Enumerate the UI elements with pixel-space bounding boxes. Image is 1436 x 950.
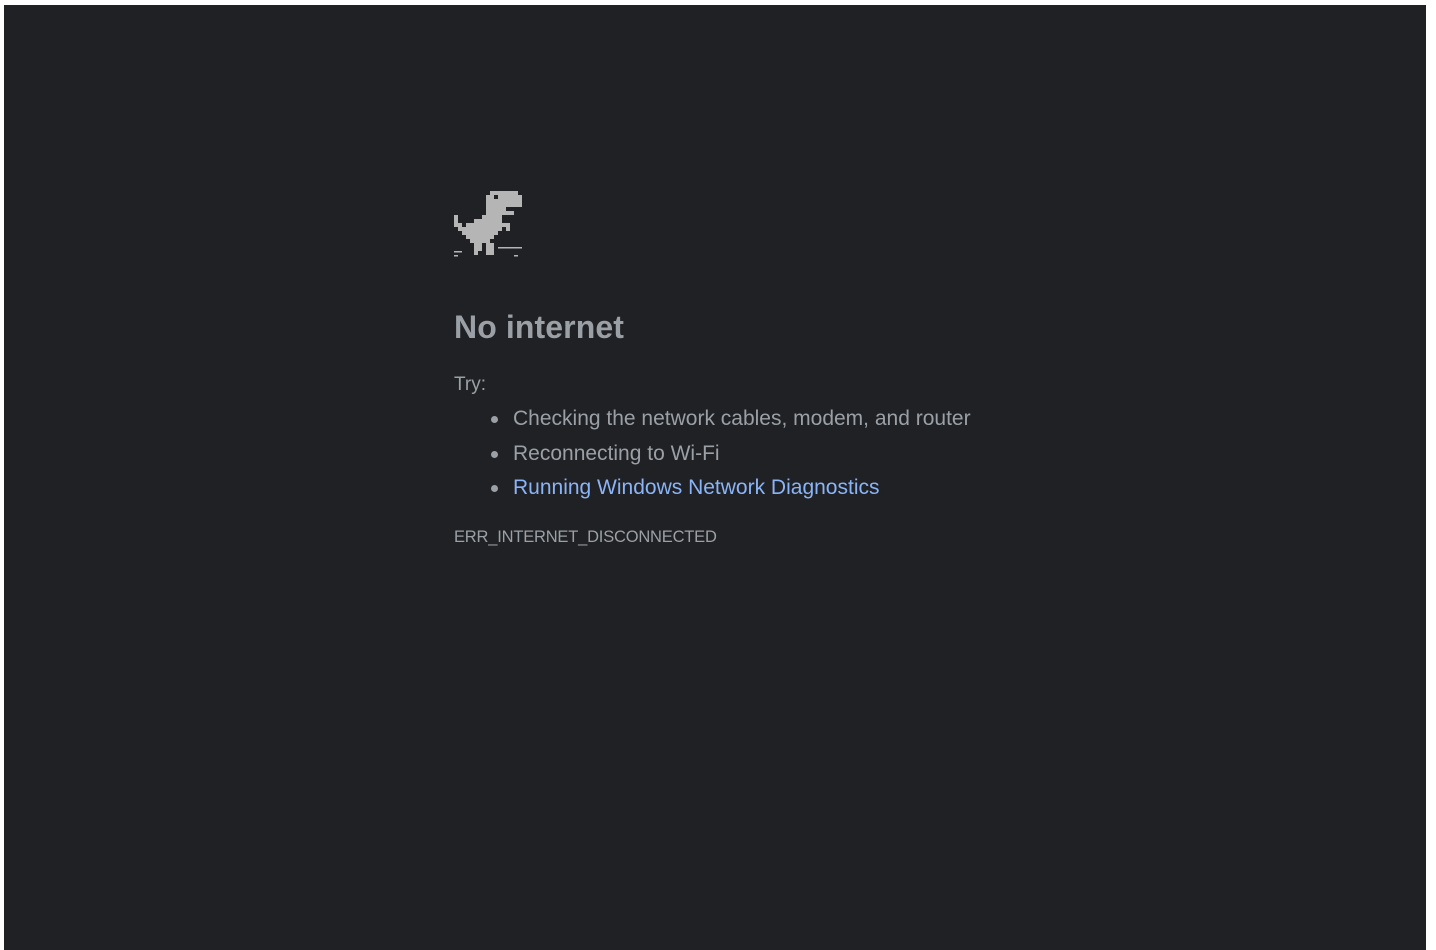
suggestion-text: Checking the network cables, modem, and … (513, 407, 971, 430)
bullet-icon (491, 450, 498, 458)
suggestion-check-cables: Checking the network cables, modem, and … (489, 404, 1074, 439)
suggestion-reconnect-wifi: Reconnecting to Wi-Fi (489, 439, 1074, 474)
bullet-icon (491, 485, 498, 492)
suggestion-run-diagnostics: Running Windows Network Diagnostics (489, 473, 1074, 508)
network-diagnostics-link[interactable]: Running Windows Network Diagnostics (513, 476, 880, 499)
error-page: No internet Try: Checking the network ca… (4, 5, 1426, 950)
error-content: No internet Try: Checking the network ca… (454, 191, 1074, 547)
page-title: No internet (454, 309, 624, 345)
suggestions-list: Checking the network cables, modem, and … (454, 404, 1074, 508)
error-code: ERR_INTERNET_DISCONNECTED (454, 527, 717, 546)
suggestion-text: Reconnecting to Wi-Fi (513, 441, 720, 465)
offline-dino-icon[interactable] (454, 191, 522, 263)
try-label: Try: (454, 374, 487, 395)
bullet-icon (491, 416, 498, 423)
